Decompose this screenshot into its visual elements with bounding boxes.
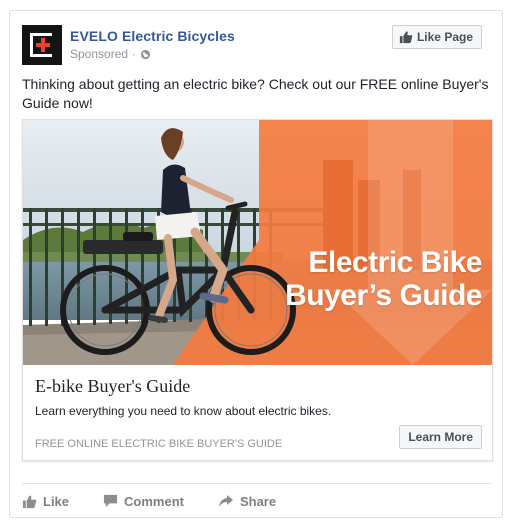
ad-caption: FREE ONLINE ELECTRIC BIKE BUYER'S GUIDE xyxy=(35,438,283,450)
ad-image[interactable]: Electric Bike Buyer’s Guide xyxy=(23,120,492,365)
actions-divider xyxy=(22,483,492,484)
ad-link-preview[interactable]: Electric Bike Buyer’s Guide E-bike Buyer… xyxy=(22,119,493,461)
like-page-label: Like Page xyxy=(416,30,473,44)
post-body-text: Thinking about getting an electric bike?… xyxy=(22,76,489,111)
dot-separator: · xyxy=(132,47,137,61)
like-action-label: Like xyxy=(43,493,70,509)
comment-action-label: Comment xyxy=(124,493,184,509)
thumbs-up-icon xyxy=(22,495,37,508)
like-page-button[interactable]: Like Page xyxy=(391,25,482,49)
share-action-label: Share xyxy=(239,493,277,509)
comment-action[interactable]: Comment xyxy=(103,489,184,513)
evelo-logo-icon xyxy=(30,33,52,57)
post-actions-bar: Like Comment Share xyxy=(22,489,492,513)
page-avatar[interactable] xyxy=(22,25,62,65)
image-headline: Electric Bike Buyer’s Guide xyxy=(285,246,482,312)
image-headline-line2: Buyer’s Guide xyxy=(285,279,482,312)
ad-description: Learn everything you need to know about … xyxy=(35,404,332,418)
sponsored-post-card: EVELO Electric Bicycles Sponsored · Like… xyxy=(9,10,503,518)
woman-on-electric-bike-photo xyxy=(23,120,492,365)
like-action[interactable]: Like xyxy=(22,489,69,513)
image-headline-line1: Electric Bike xyxy=(308,246,482,279)
share-icon xyxy=(218,495,233,507)
learn-more-button[interactable]: Learn More xyxy=(399,425,482,449)
comment-icon xyxy=(103,494,118,508)
globe-icon xyxy=(140,49,151,59)
page-name-link[interactable]: EVELO Electric Bicycles xyxy=(70,28,235,44)
sponsored-meta: Sponsored · xyxy=(70,47,151,61)
post-header: EVELO Electric Bicycles Sponsored · Like… xyxy=(10,11,502,71)
ad-title[interactable]: E-bike Buyer's Guide xyxy=(35,376,190,397)
thumbs-up-icon xyxy=(399,31,413,44)
share-action[interactable]: Share xyxy=(218,489,276,513)
sponsored-label[interactable]: Sponsored xyxy=(70,47,128,61)
